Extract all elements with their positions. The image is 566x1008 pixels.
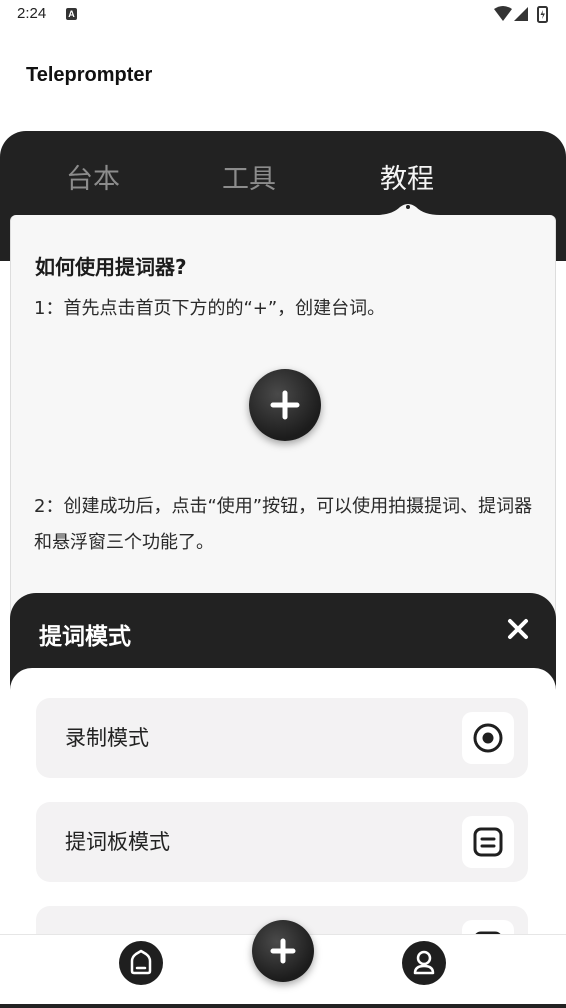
sheet-title: 提词模式	[39, 624, 131, 650]
mode-icon-box	[462, 816, 514, 868]
tab-tutorial[interactable]: 教程	[380, 157, 434, 196]
signal-icon	[514, 7, 528, 21]
status-bar: 2:24 A	[0, 0, 566, 30]
active-tab-indicator	[376, 204, 440, 215]
board-icon	[473, 827, 503, 857]
tutorial-title: 如何使用提词器?	[35, 255, 187, 279]
tutorial-step-2: 2：创建成功后，点击“使用”按钮，可以使用拍摄提词、提词器和悬浮窗三个功能了。	[34, 496, 533, 553]
add-script-button[interactable]	[252, 920, 314, 982]
prompt-mode-sheet: 提词模式 录制模式 提词板模式	[10, 593, 556, 958]
wifi-icon	[494, 6, 512, 21]
home-icon	[130, 949, 152, 975]
plus-icon	[270, 390, 300, 420]
mode-item-board[interactable]: 提词板模式	[36, 802, 528, 882]
profile-button[interactable]	[402, 941, 446, 985]
plus-icon	[270, 938, 296, 964]
tutorial-step-1: 1：首先点击首页下方的的“+”，创建台词。	[34, 298, 386, 319]
tab-script[interactable]: 台本	[66, 157, 120, 196]
record-icon	[473, 723, 503, 753]
app-screen: 2:24 A Teleprompter 台本 工具 教程 如何使用提词器? 1：…	[0, 0, 566, 1008]
mode-label: 录制模式	[65, 726, 149, 750]
user-icon	[413, 950, 435, 975]
notification-icon: A	[66, 8, 77, 20]
app-title: Teleprompter	[26, 64, 153, 86]
tab-tools[interactable]: 工具	[222, 157, 276, 196]
mode-label: 提词板模式	[65, 830, 170, 854]
status-time: 2:24	[17, 5, 47, 22]
demo-plus-button	[249, 369, 321, 441]
mode-item-record[interactable]: 录制模式	[36, 698, 528, 778]
home-button[interactable]	[119, 941, 163, 985]
status-icons	[494, 6, 548, 23]
system-home-bar	[0, 1004, 566, 1008]
sheet-body: 录制模式 提词板模式	[10, 668, 556, 958]
tab-bar: 台本 工具 教程	[0, 131, 566, 217]
close-icon[interactable]	[504, 615, 532, 643]
mode-icon-box	[462, 712, 514, 764]
